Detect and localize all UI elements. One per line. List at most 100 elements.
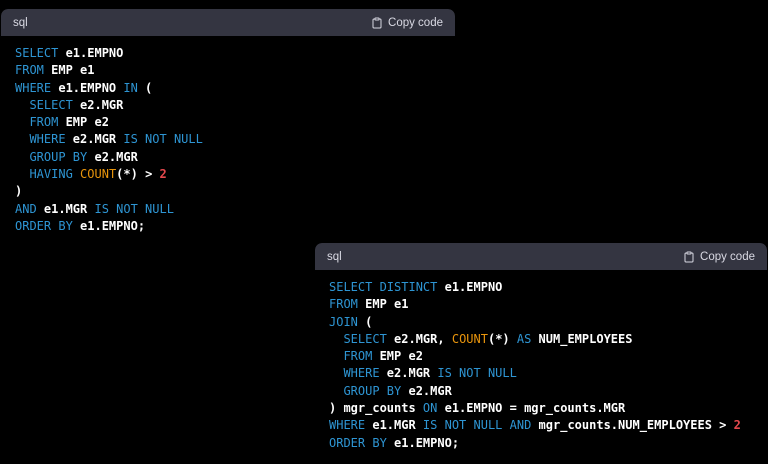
code-token: e2.MGR (379, 366, 438, 381)
code-token: ORDER BY (329, 435, 387, 450)
code-token: IS NOT NULL (94, 201, 174, 216)
code-token: ) (15, 184, 23, 199)
code-line: GROUP BY e2.MGR (329, 383, 753, 400)
code-token: AND (15, 201, 37, 216)
code-token: e2.MGR, (386, 331, 452, 346)
code-line: FROM EMP e2 (15, 114, 441, 131)
code-line: SELECT e2.MGR (15, 97, 441, 114)
language-label: sql (327, 250, 342, 263)
code-line: WHERE e2.MGR IS NOT NULL (329, 365, 753, 382)
code-token: ( (357, 314, 373, 329)
code-token: COUNT (80, 167, 117, 182)
code-block-header: sql Copy code (315, 243, 767, 270)
code-line: FROM EMP e2 (329, 348, 753, 365)
code-token: EMP e1 (357, 297, 409, 312)
code-line: ORDER BY e1.EMPNO; (15, 218, 441, 235)
copy-code-label: Copy code (388, 16, 443, 29)
code-token: SELECT (29, 97, 73, 112)
code-line: GROUP BY e2.MGR (15, 149, 441, 166)
code-token: (*) (487, 331, 517, 346)
code-token: ) mgr_counts (329, 401, 423, 416)
code-token: COUNT (451, 331, 488, 346)
code-token: FROM (29, 115, 59, 130)
code-token: ON (422, 401, 438, 416)
code-line: WHERE e1.MGR IS NOT NULL AND mgr_counts.… (329, 417, 753, 434)
code-token: e1.EMPNO (437, 280, 503, 294)
code-token: e2.MGR (72, 97, 124, 112)
code-line: FROM EMP e1 (329, 296, 753, 313)
code-token: JOIN (329, 314, 358, 329)
code-token: e1.EMPNO (51, 80, 124, 95)
code-token: IN (123, 80, 138, 95)
code-token: SELECT (343, 331, 387, 346)
code-token: e1.EMPNO (58, 46, 124, 60)
code-token: GROUP BY (29, 149, 88, 164)
code-token: FROM (329, 297, 358, 312)
code-block-header: sql Copy code (1, 9, 455, 36)
sql-code-block-1: sql Copy code SELECT e1.EMPNO FROM EMP e1… (1, 9, 455, 247)
code-token: FROM (15, 63, 44, 78)
code-line: AND e1.MGR IS NOT NULL (15, 201, 441, 218)
code-token: ORDER BY (15, 218, 73, 233)
code-line: ) (15, 183, 441, 200)
code-token: e1.EMPNO; (386, 435, 460, 450)
sql-code-block-2: sql Copy code SELECT DISTINCT e1.EMPNO FR… (315, 243, 767, 463)
code-token: WHERE (15, 80, 52, 95)
code-line: WHERE e2.MGR IS NOT NULL (15, 131, 441, 148)
code-line: ORDER BY e1.EMPNO; (329, 435, 753, 452)
code-token: WHERE (29, 132, 66, 147)
code-token: 2 (733, 418, 741, 433)
code-token: mgr_counts.NUM_EMPLOYEES > (531, 418, 734, 433)
copy-code-label: Copy code (700, 250, 755, 263)
code-token: EMP e2 (58, 115, 109, 130)
code-token: NUM_EMPLOYEES (531, 331, 633, 346)
code-token: ( (137, 80, 153, 95)
code-line: HAVING COUNT(*) > 2 (15, 166, 441, 183)
code-token: SELECT DISTINCT (329, 280, 438, 294)
code-token: (*) > (116, 167, 160, 182)
code-content: SELECT DISTINCT e1.EMPNO FROM EMP e1 JOIN … (315, 270, 767, 463)
code-token: IS NOT NULL (422, 418, 503, 433)
code-token: e2.MGR (65, 132, 124, 147)
clipboard-icon (683, 251, 695, 263)
code-token: AND (509, 418, 532, 433)
code-token: e1.MGR (36, 201, 95, 216)
code-line: FROM EMP e1 (15, 62, 441, 79)
code-token: EMP e2 (372, 349, 423, 364)
language-label: sql (13, 16, 28, 29)
code-token: WHERE (329, 418, 366, 433)
code-token: e2.MGR (401, 383, 452, 398)
code-token: FROM (343, 349, 373, 364)
code-line: SELECT e1.EMPNO (15, 45, 441, 62)
code-line: SELECT DISTINCT e1.EMPNO (329, 279, 753, 296)
code-line: JOIN ( (329, 314, 753, 331)
code-token: EMP e1 (43, 63, 95, 78)
code-token: GROUP BY (343, 383, 402, 398)
code-content: SELECT e1.EMPNO FROM EMP e1 WHERE e1.EMPNO… (1, 36, 455, 247)
code-line: ) mgr_counts ON e1.EMPNO = mgr_counts.MG… (329, 400, 753, 417)
code-token: e1.MGR (365, 418, 423, 433)
code-line: WHERE e1.EMPNO IN ( (15, 80, 441, 97)
code-token: HAVING (29, 167, 73, 182)
copy-code-button[interactable]: Copy code (371, 17, 443, 29)
code-token: IS NOT NULL (123, 132, 203, 147)
code-token: e1.EMPNO = mgr_counts.MGR (437, 401, 626, 416)
code-token: 2 (159, 167, 167, 182)
code-token: e1.EMPNO; (72, 218, 146, 233)
code-token: e2.MGR (87, 149, 138, 164)
code-token: WHERE (343, 366, 380, 381)
copy-code-button[interactable]: Copy code (683, 251, 755, 263)
code-token: SELECT (15, 46, 59, 60)
code-token: AS (516, 331, 532, 346)
